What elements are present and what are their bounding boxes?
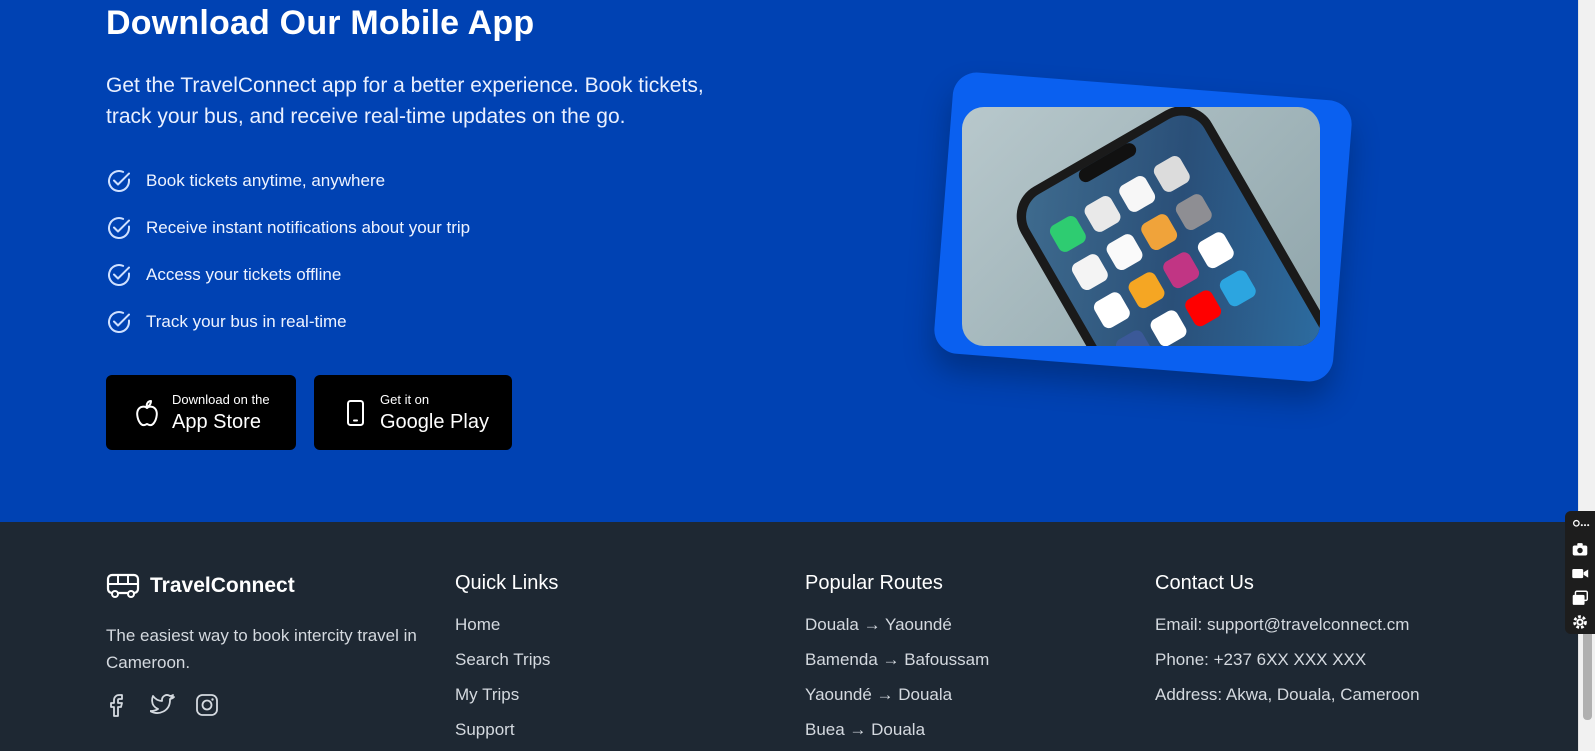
footer-link-home[interactable]: Home (455, 615, 558, 650)
footer-link-my-trips[interactable]: My Trips (455, 685, 558, 720)
link-text[interactable]: Bamenda → Bafoussam (805, 650, 989, 669)
link-text[interactable]: Yaoundé → Douala (805, 685, 952, 704)
facebook-icon[interactable] (106, 692, 132, 718)
quick-links-column: Quick Links Home Search Trips My Trips S… (455, 572, 558, 751)
feature-text: Receive instant notifications about your… (146, 218, 471, 237)
link-text[interactable]: Support (455, 720, 515, 739)
apple-icon (136, 399, 158, 426)
contact-column: Contact Us Email: support@travelconnect.… (1155, 572, 1420, 720)
page-scrollbar[interactable] (1578, 0, 1595, 751)
route-link[interactable]: Buea → Douala (805, 720, 989, 751)
quick-links-title: Quick Links (455, 572, 559, 594)
feature-text: Access your tickets offline (146, 265, 342, 284)
app-preview (932, 70, 1355, 392)
popular-routes-title: Popular Routes (805, 572, 943, 594)
contact-email: Email: support@travelconnect.cm (1155, 615, 1410, 634)
route-link[interactable]: Douala → Yaoundé (805, 615, 989, 650)
feature-item: Book tickets anytime, anywhere (106, 168, 470, 194)
mobile-app-section: Download Our Mobile App Get the TravelCo… (0, 0, 1578, 522)
link-text[interactable]: Buea → Douala (805, 720, 925, 739)
floating-toolbar (1565, 511, 1595, 634)
route-link[interactable]: Yaoundé → Douala (805, 685, 989, 720)
site-footer: TravelConnect The easiest way to book in… (0, 522, 1578, 751)
route-link[interactable]: Bamenda → Bafoussam (805, 650, 989, 685)
bus-icon (106, 573, 140, 598)
brand-name: TravelConnect (150, 574, 295, 597)
footer-brand[interactable]: TravelConnect (106, 572, 295, 600)
app-store-label: App Store (172, 410, 261, 433)
popular-routes-column: Popular Routes Douala → Yaoundé Bamenda … (805, 572, 989, 751)
gear-icon[interactable] (1570, 613, 1590, 631)
google-play-label: Google Play (380, 410, 489, 433)
feature-item: Access your tickets offline (106, 262, 470, 288)
section-lead: Get the TravelConnect app for a better e… (106, 74, 704, 128)
link-text[interactable]: My Trips (455, 685, 519, 704)
video-camera-icon[interactable] (1570, 564, 1590, 582)
contact-title: Contact Us (1155, 572, 1254, 594)
link-text[interactable]: Home (455, 615, 500, 634)
check-circle-icon (108, 170, 130, 193)
footer-description: The easiest way to book intercity travel… (106, 626, 417, 672)
google-play-button[interactable]: Get it on Google Play (314, 375, 512, 450)
google-play-small-text: Get it on (380, 391, 430, 407)
check-circle-icon (108, 264, 130, 287)
contact-address: Address: Akwa, Douala, Cameroon (1155, 685, 1420, 704)
feature-text: Track your bus in real-time (146, 312, 347, 331)
instagram-icon[interactable] (194, 692, 220, 718)
feature-item: Receive instant notifications about your… (106, 215, 470, 241)
phone-icon (347, 399, 364, 426)
camera-icon[interactable] (1570, 540, 1590, 558)
social-links (106, 692, 220, 718)
section-title: Download Our Mobile App (106, 4, 535, 42)
footer-link-search-trips[interactable]: Search Trips (455, 650, 558, 685)
check-circle-icon (108, 311, 130, 334)
app-store-button[interactable]: Download on the App Store (106, 375, 296, 450)
footer-link-support[interactable]: Support (455, 720, 558, 751)
feature-list: Book tickets anytime, anywhere Receive i… (106, 168, 470, 356)
link-text[interactable]: Douala → Yaoundé (805, 615, 952, 634)
check-circle-icon (108, 217, 130, 240)
link-text[interactable]: Search Trips (455, 650, 550, 669)
contact-phone: Phone: +237 6XX XXX XXX (1155, 650, 1367, 669)
smartphone-photo (962, 107, 1320, 346)
twitter-icon[interactable] (150, 692, 176, 718)
feature-text: Book tickets anytime, anywhere (146, 171, 386, 190)
app-store-small-text: Download on the (172, 391, 270, 407)
feature-item: Track your bus in real-time (106, 309, 470, 335)
smartphone-illustration (1016, 107, 1320, 346)
windows-icon[interactable] (1570, 589, 1590, 607)
scrollbar-thumb[interactable] (1583, 620, 1592, 720)
link-more-icon[interactable] (1570, 516, 1590, 534)
